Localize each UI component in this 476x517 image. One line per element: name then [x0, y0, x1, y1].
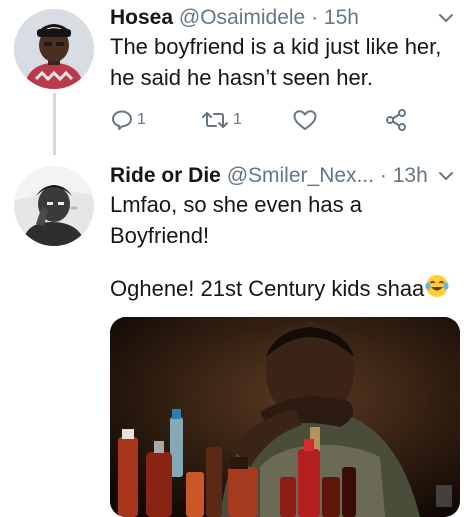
chevron-down-icon[interactable]: [438, 10, 454, 26]
action-bar: 1 1: [110, 106, 430, 134]
tweet-hosea[interactable]: Hosea @Osaimidele · 15h The boyfriend is…: [0, 0, 476, 155]
tweet-text-line: Oghene! 21st Century kids shaa: [110, 273, 460, 307]
reply-icon: [110, 108, 134, 132]
retweet-button[interactable]: 1: [200, 106, 242, 134]
tweet-text-line: The boyfriend is a kid just like her,: [110, 34, 442, 59]
face-with-tears-of-joy-icon: [424, 273, 450, 307]
user-handle[interactable]: @Smiler_Nex...: [227, 164, 374, 187]
tweet-header: Ride or Die @Smiler_Nex... · 13h: [110, 162, 428, 190]
tweet-text: Lmfao, so she even has a Boyfriend! Oghe…: [110, 189, 460, 307]
avatar[interactable]: [14, 166, 94, 246]
avatar[interactable]: [14, 9, 94, 89]
tweet-ride-or-die[interactable]: Ride or Die @Smiler_Nex... · 13h Lmfao, …: [0, 156, 476, 517]
timestamp[interactable]: 13h: [393, 164, 428, 187]
tweet-text-fragment: Oghene! 21st Century kids shaa: [110, 276, 425, 301]
tweet-text-line: Boyfriend!: [110, 223, 210, 248]
separator-dot: ·: [379, 164, 387, 187]
chevron-down-icon[interactable]: [438, 168, 454, 184]
tweet-text-line: he said he hasn’t seen her.: [110, 65, 373, 90]
tweet-text-line: Lmfao, so she even has a: [110, 192, 362, 217]
display-name[interactable]: Hosea: [110, 6, 173, 29]
user-handle[interactable]: @Osaimidele: [179, 6, 305, 29]
display-name[interactable]: Ride or Die: [110, 164, 221, 187]
retweet-count: 1: [233, 111, 242, 128]
media-image[interactable]: [110, 317, 460, 517]
share-button[interactable]: [384, 106, 408, 134]
retweet-icon: [200, 108, 230, 132]
reply-button[interactable]: 1: [110, 106, 146, 134]
like-button[interactable]: [292, 106, 321, 134]
tweet-text: The boyfriend is a kid just like her, he…: [110, 31, 460, 93]
like-icon: [292, 108, 318, 132]
tweet-header: Hosea @Osaimidele · 15h: [110, 4, 359, 32]
share-icon: [384, 108, 408, 132]
separator-dot: ·: [311, 6, 319, 29]
thread-connector: [53, 93, 56, 155]
reply-count: 1: [137, 111, 146, 128]
timestamp[interactable]: 15h: [324, 6, 359, 29]
